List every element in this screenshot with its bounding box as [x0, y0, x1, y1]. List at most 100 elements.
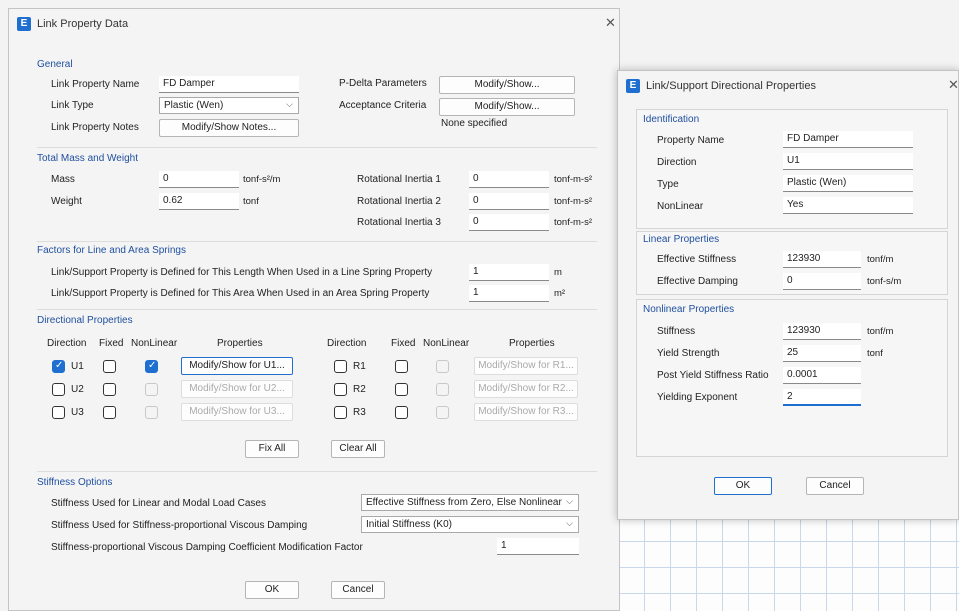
modify-show-r2-button[interactable]: Modify/Show for R2... [474, 380, 578, 398]
r2-direction-checkbox[interactable] [334, 383, 347, 396]
mass-label: Mass [51, 174, 75, 185]
link-type-label: Link Type [51, 100, 94, 111]
u1-direction-checkbox[interactable] [52, 360, 65, 373]
rotational-inertia-1-input[interactable]: 0 [469, 171, 549, 188]
line-spring-factor-input[interactable]: 1 [469, 264, 549, 281]
col-fixed-left: Fixed [99, 338, 124, 349]
u2-nonlinear-checkbox[interactable] [145, 383, 158, 396]
col-fixed-right: Fixed [391, 338, 416, 349]
linear-properties-panel: Linear Properties Effective Stiffness 12… [636, 231, 948, 295]
cancel-button[interactable]: Cancel [806, 477, 864, 495]
rotational-inertia-3-label: Rotational Inertia 3 [357, 217, 441, 228]
effective-stiffness-input[interactable]: 123930 [783, 251, 861, 268]
modify-show-notes-button[interactable]: Modify/Show Notes... [159, 119, 299, 137]
rotational-inertia-1-unit: tonf-m-s² [554, 174, 592, 185]
yield-strength-label: Yield Strength [657, 348, 720, 359]
r2-fixed-checkbox[interactable] [395, 383, 408, 396]
r1-fixed-checkbox[interactable] [395, 360, 408, 373]
link-property-notes-label: Link Property Notes [51, 122, 139, 133]
link-property-data-dialog: E Link Property Data ✕ General Link Prop… [8, 8, 620, 611]
stiffness-input[interactable]: 123930 [783, 323, 861, 340]
modify-show-u3-button[interactable]: Modify/Show for U3... [181, 403, 293, 421]
modify-show-r1-button[interactable]: Modify/Show for R1... [474, 357, 578, 375]
rotational-inertia-1-label: Rotational Inertia 1 [357, 174, 441, 185]
weight-input[interactable]: 0.62 [159, 193, 239, 210]
yield-strength-input[interactable]: 25 [783, 345, 861, 362]
modify-show-u2-button[interactable]: Modify/Show for U2... [181, 380, 293, 398]
divider [37, 147, 597, 148]
divider [37, 309, 597, 310]
line-spring-factor-label: Link/Support Property is Defined for Thi… [51, 267, 433, 278]
u2-label: U2 [71, 384, 84, 395]
u3-direction-checkbox[interactable] [52, 406, 65, 419]
rotational-inertia-2-input[interactable]: 0 [469, 193, 549, 210]
stiffness-viscous-select[interactable]: Initial Stiffness (K0) ⌵ [361, 516, 579, 533]
r1-label: R1 [353, 361, 366, 372]
link-type-select[interactable]: Plastic (Wen) ⌵ [159, 97, 299, 114]
modify-show-u1-button[interactable]: Modify/Show for U1... [181, 357, 293, 375]
area-spring-factor-input[interactable]: 1 [469, 285, 549, 302]
u2-fixed-checkbox[interactable] [103, 383, 116, 396]
stiffness-linear-select[interactable]: Effective Stiffness from Zero, Else Nonl… [361, 494, 579, 511]
stiffness-viscous-value: Initial Stiffness (K0) [366, 519, 452, 530]
col-direction-left: Direction [47, 338, 87, 349]
close-icon[interactable]: ✕ [605, 15, 616, 31]
u3-nonlinear-checkbox[interactable] [145, 406, 158, 419]
stiffness-viscous-label: Stiffness Used for Stiffness-proportiona… [51, 520, 308, 531]
mass-unit: tonf-s²/m [243, 174, 281, 185]
stiffness-linear-label: Stiffness Used for Linear and Modal Load… [51, 498, 266, 509]
ok-button[interactable]: OK [245, 581, 299, 599]
area-spring-factor-unit: m² [554, 288, 566, 299]
fix-all-button[interactable]: Fix All [245, 440, 299, 458]
close-icon[interactable]: ✕ [948, 77, 959, 93]
dialog-title: Link Property Data [37, 18, 129, 30]
stiffness-linear-value: Effective Stiffness from Zero, Else Nonl… [366, 497, 562, 508]
chevron-down-icon: ⌵ [566, 518, 573, 528]
stiffness-unit: tonf/m [867, 326, 894, 337]
link-property-name-label: Link Property Name [51, 79, 140, 90]
rotational-inertia-2-label: Rotational Inertia 2 [357, 196, 441, 207]
effective-stiffness-label: Effective Stiffness [657, 254, 737, 265]
u1-nonlinear-checkbox[interactable] [145, 360, 158, 373]
col-direction-right: Direction [327, 338, 367, 349]
group-factors: Factors for Line and Area Springs [37, 245, 186, 256]
clear-all-button[interactable]: Clear All [331, 440, 385, 458]
model-grid-view [618, 515, 959, 611]
r3-label: R3 [353, 407, 366, 418]
u2-direction-checkbox[interactable] [52, 383, 65, 396]
link-type-value: Plastic (Wen) [164, 100, 224, 111]
ok-button[interactable]: OK [714, 477, 772, 495]
yielding-exponent-label: Yielding Exponent [657, 392, 738, 403]
acceptance-criteria-modify-button[interactable]: Modify/Show... [439, 98, 575, 116]
effective-damping-label: Effective Damping [657, 276, 738, 287]
u3-fixed-checkbox[interactable] [103, 406, 116, 419]
r2-nonlinear-checkbox[interactable] [436, 383, 449, 396]
u3-label: U3 [71, 407, 84, 418]
modify-show-r3-button[interactable]: Modify/Show for R3... [474, 403, 578, 421]
none-specified-text: None specified [441, 118, 508, 129]
damping-coefficient-input[interactable]: 1 [497, 538, 579, 555]
post-yield-ratio-input[interactable]: 0.0001 [783, 367, 861, 384]
effective-damping-input[interactable]: 0 [783, 273, 861, 290]
r1-direction-checkbox[interactable] [334, 360, 347, 373]
rotational-inertia-3-unit: tonf-m-s² [554, 217, 592, 228]
nonlinear-properties-panel: Nonlinear Properties Stiffness 123930 to… [636, 299, 948, 457]
r3-nonlinear-checkbox[interactable] [436, 406, 449, 419]
u1-label: U1 [71, 361, 84, 372]
chevron-down-icon: ⌵ [286, 99, 293, 109]
r3-direction-checkbox[interactable] [334, 406, 347, 419]
effective-damping-unit: tonf-s/m [867, 276, 902, 287]
divider [37, 471, 597, 472]
cancel-button[interactable]: Cancel [331, 581, 385, 599]
mass-input[interactable]: 0 [159, 171, 239, 188]
direction-value: U1 [783, 153, 913, 170]
yielding-exponent-input[interactable]: 2 [783, 389, 861, 406]
r1-nonlinear-checkbox[interactable] [436, 360, 449, 373]
p-delta-modify-button[interactable]: Modify/Show... [439, 76, 575, 94]
area-spring-factor-label: Link/Support Property is Defined for Thi… [51, 288, 430, 299]
rotational-inertia-3-input[interactable]: 0 [469, 214, 549, 231]
u1-fixed-checkbox[interactable] [103, 360, 116, 373]
r3-fixed-checkbox[interactable] [395, 406, 408, 419]
post-yield-ratio-label: Post Yield Stiffness Ratio [657, 370, 769, 381]
link-property-name-input[interactable]: FD Damper [159, 76, 299, 93]
